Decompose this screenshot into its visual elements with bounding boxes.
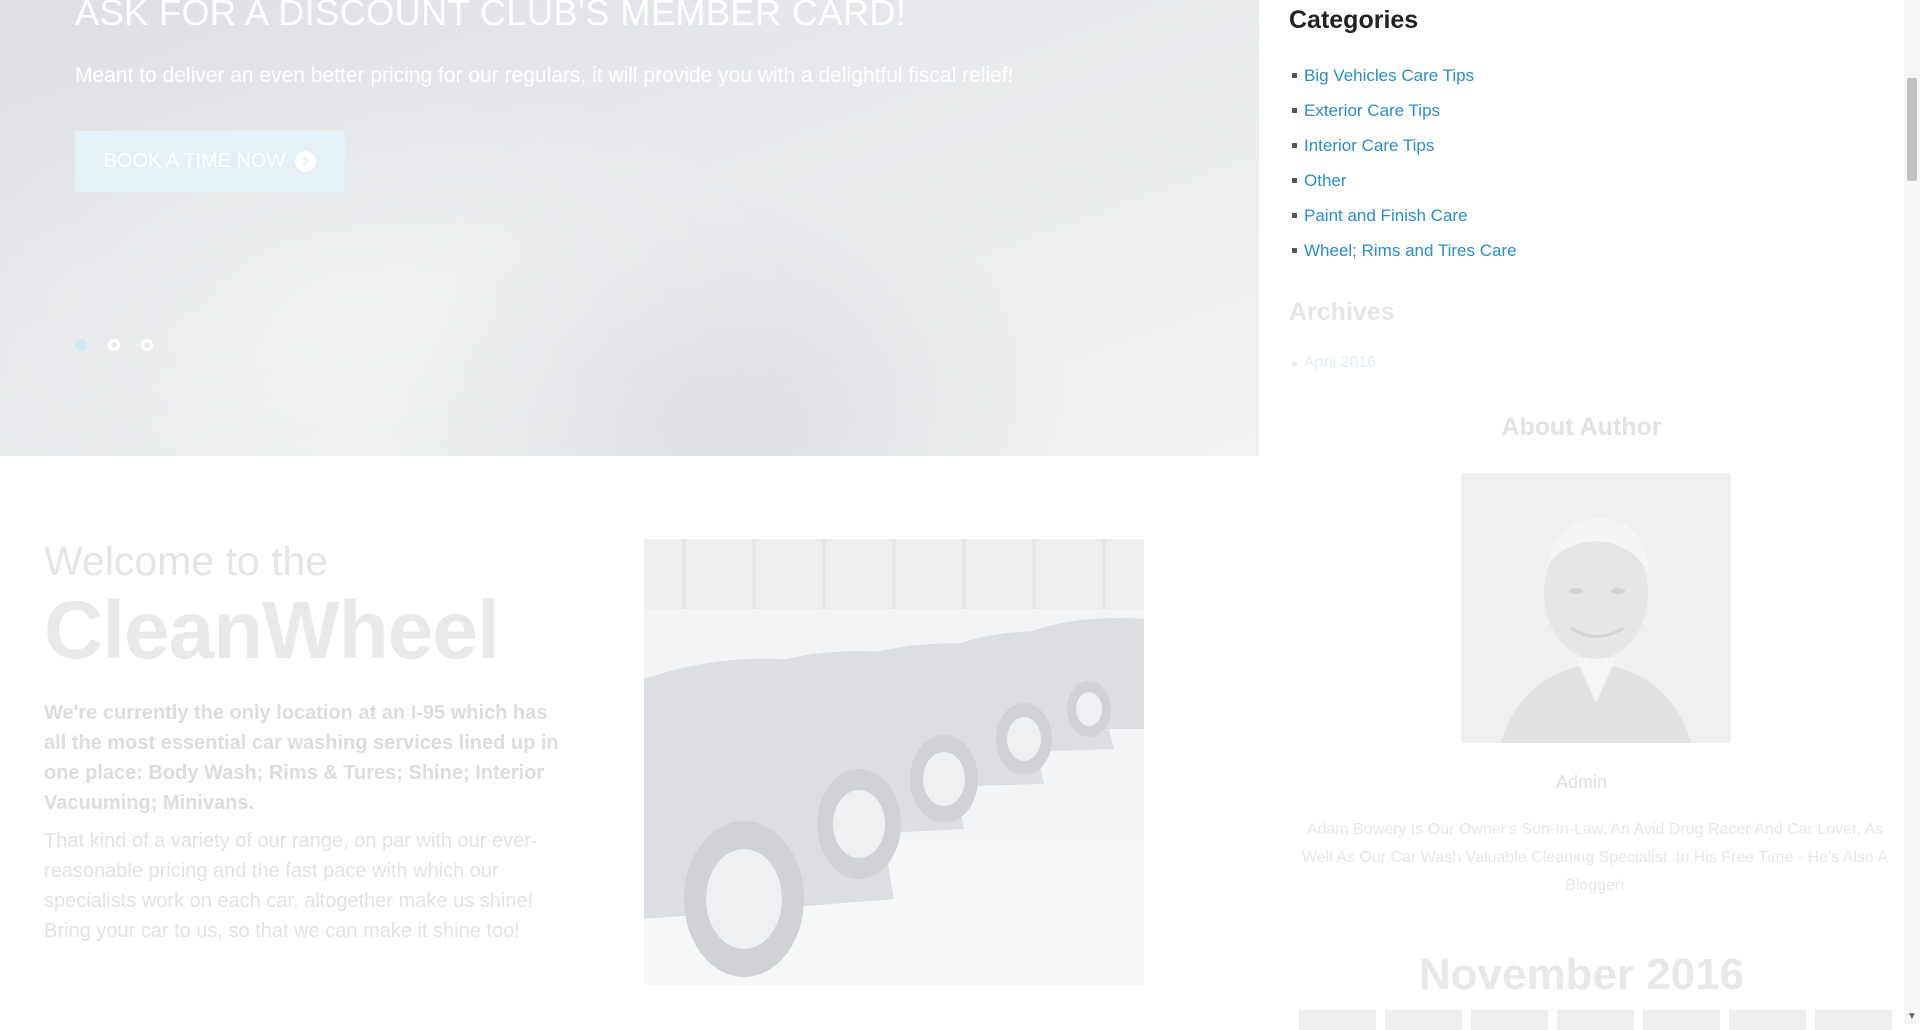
page-scrollbar[interactable]: ▼: [1904, 0, 1920, 1024]
sidebar: Categories Big Vehicles Care Tips Exteri…: [1259, 0, 1904, 1030]
category-link[interactable]: Big Vehicles Care Tips: [1304, 66, 1474, 86]
category-item: Exterior Care Tips: [1289, 93, 1517, 128]
welcome-pre-title: Welcome to the: [44, 538, 329, 584]
calendar-title: November 2016: [1418, 950, 1745, 999]
categories-list: Big Vehicles Care Tips Exterior Care Tip…: [1289, 58, 1517, 268]
bullet-icon: [1292, 213, 1297, 218]
archives-title: Archives: [1289, 298, 1395, 326]
category-link[interactable]: Interior Care Tips: [1304, 136, 1434, 156]
calendar-cell: [1643, 1010, 1720, 1030]
book-time-button[interactable]: BOOK A TIME NOW: [75, 131, 345, 192]
hero-title: ASK FOR A DISCOUNT CLUB'S MEMBER CARD!: [75, 0, 907, 33]
hero-text: Meant to deliver an even better pricing …: [75, 64, 1014, 87]
bullet-icon: [1292, 143, 1297, 148]
bullet-icon: [1292, 360, 1297, 366]
category-item: Other: [1289, 163, 1517, 198]
bullet-icon: [1292, 73, 1297, 78]
welcome-brand-title: CleanWheel: [44, 585, 500, 676]
category-item: Big Vehicles Care Tips: [1289, 58, 1517, 93]
bullet-icon: [1292, 108, 1297, 113]
author-name: Admin: [1555, 772, 1608, 792]
bullet-icon: [1292, 248, 1297, 253]
slider-dots: [75, 339, 153, 351]
slider-dot-1[interactable]: [75, 339, 87, 351]
book-time-label: BOOK A TIME NOW: [103, 150, 286, 172]
slider-dot-3[interactable]: [141, 339, 153, 351]
author-avatar: [1461, 473, 1731, 743]
hero-slider: ASK FOR A DISCOUNT CLUB'S MEMBER CARD! M…: [0, 0, 1259, 456]
category-item: Wheel; Rims and Tires Care: [1289, 233, 1517, 268]
calendar-cell: [1385, 1010, 1462, 1030]
arrow-right-circle-icon: [295, 151, 317, 172]
archive-link[interactable]: April 2016: [1304, 354, 1376, 372]
calendar-cell: [1815, 1010, 1892, 1030]
bullet-icon: [1292, 178, 1297, 183]
parked-cars-image: [644, 539, 1144, 985]
category-link[interactable]: Wheel; Rims and Tires Care: [1304, 241, 1517, 261]
welcome-lead-text: We're currently the only location at an …: [44, 702, 559, 814]
calendar-cell: [1471, 1010, 1548, 1030]
welcome-body-text: That kind of a variety of our range, on …: [44, 830, 538, 942]
author-bio: Adam Bowery Is Our Owner's Son-In-Law, A…: [1301, 821, 1889, 894]
categories-title: Categories: [1289, 6, 1419, 34]
scroll-down-arrow-icon[interactable]: ▼: [1907, 1011, 1917, 1022]
calendar-cell: [1729, 1010, 1806, 1030]
calendar-cell: [1557, 1010, 1634, 1030]
calendar-cell: [1299, 1010, 1376, 1030]
category-link[interactable]: Paint and Finish Care: [1304, 206, 1467, 226]
scrollbar-thumb[interactable]: [1907, 78, 1917, 181]
slider-dot-2[interactable]: [108, 339, 120, 351]
archive-item: April 2016: [1292, 354, 1376, 372]
calendar-header-row: [1299, 1010, 1892, 1030]
category-link[interactable]: Other: [1304, 171, 1347, 191]
category-link[interactable]: Exterior Care Tips: [1304, 101, 1440, 121]
about-author-title: About Author: [1501, 413, 1662, 441]
category-item: Paint and Finish Care: [1289, 198, 1517, 233]
category-item: Interior Care Tips: [1289, 128, 1517, 163]
